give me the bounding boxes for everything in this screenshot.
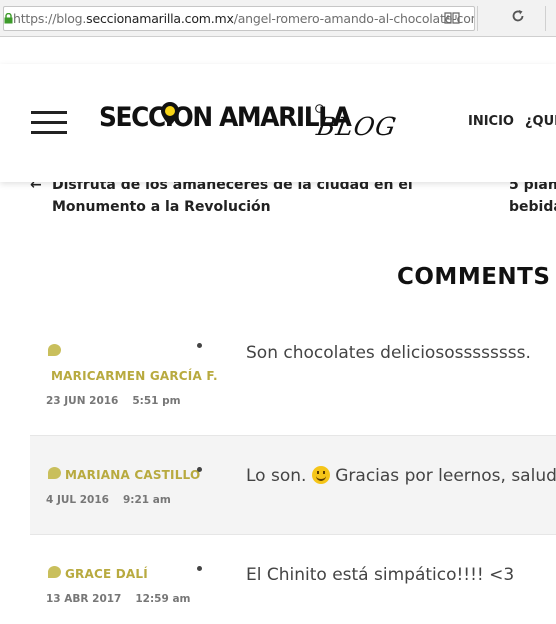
separator-dot — [197, 343, 202, 348]
comment-meta: 23 JUN 2016 5:51 pm — [46, 395, 181, 407]
comment-author[interactable]: GRACE DALÍ — [65, 567, 148, 581]
comment-author[interactable]: MARIANA CASTILLO — [65, 468, 200, 482]
url-text: https://blog.seccionamarilla.com.mx/ange… — [13, 11, 475, 26]
address-bar[interactable]: https://blog.seccionamarilla.com.mx/ange… — [3, 6, 475, 31]
comment-date: 23 JUN 2016 — [46, 395, 119, 407]
comment-meta: 13 ABR 2017 12:59 am — [46, 593, 190, 605]
lock-icon — [4, 7, 13, 30]
separator-dot — [197, 566, 202, 571]
smiley-icon — [311, 466, 330, 484]
reader-view-icon[interactable] — [444, 11, 460, 25]
nav-item-que[interactable]: ¿QUÉ — [525, 114, 556, 129]
comment-text: Lo son. Gracias por leernos, saludos — [246, 466, 556, 486]
comment-time[interactable]: 9:21 am — [123, 494, 171, 506]
separator-dot — [197, 467, 202, 472]
logo-blog-text: BLOG — [314, 112, 400, 141]
comment-date: 13 ABR 2017 — [46, 593, 122, 605]
comment-time[interactable]: 5:51 pm — [132, 395, 180, 407]
comment-item: MARICARMEN GARCÍA F. 23 JUN 2016 5:51 pm … — [30, 326, 556, 434]
map-pin-icon — [161, 102, 179, 126]
registered-icon — [315, 104, 324, 113]
site-header: SECCION AMARILLA BLOG INICIO ¿QUÉ — [0, 64, 556, 182]
comment-meta: 4 JUL 2016 9:21 am — [46, 494, 171, 506]
nav-item-inicio[interactable]: INICIO — [468, 114, 514, 129]
comment-author[interactable]: MARICARMEN GARCÍA F. — [51, 369, 218, 383]
menu-icon[interactable] — [31, 111, 67, 135]
comment-time[interactable]: 12:59 am — [135, 593, 190, 605]
comment-item: MARIANA CASTILLO 4 JUL 2016 9:21 am Lo so… — [30, 435, 556, 535]
comment-text: Son chocolates deliciosossssssss. — [246, 343, 531, 363]
browser-toolbar: https://blog.seccionamarilla.com.mx/ange… — [0, 0, 556, 37]
avatar-icon — [48, 344, 61, 356]
comment-item: GRACE DALÍ 13 ABR 2017 12:59 am El Chinit… — [30, 534, 556, 624]
avatar-icon — [48, 467, 61, 479]
avatar-icon — [48, 566, 61, 578]
reload-icon[interactable] — [509, 9, 527, 27]
comment-date: 4 JUL 2016 — [46, 494, 109, 506]
toolbar-separator — [477, 6, 478, 31]
comment-text: El Chinito está simpático!!!! <3 — [246, 565, 515, 585]
toolbar-separator — [545, 6, 546, 31]
logo-text: SECCION AMARILLA — [99, 102, 352, 133]
main-nav: INICIO ¿QUÉ — [468, 114, 556, 129]
site-logo[interactable]: SECCION AMARILLA BLOG — [99, 100, 399, 148]
comments-heading: COMMENTS — [397, 264, 551, 290]
